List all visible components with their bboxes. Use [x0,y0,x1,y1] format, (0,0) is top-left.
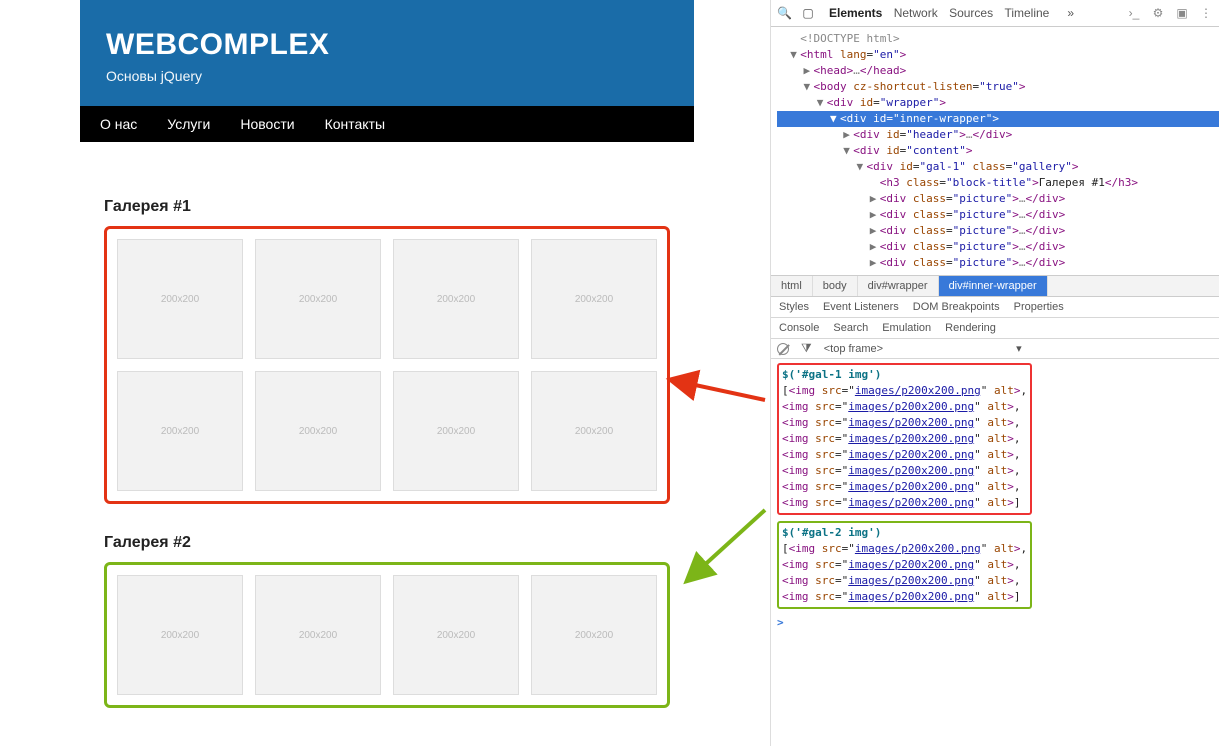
picture-placeholder: 200x200 [393,575,519,695]
clear-console-icon[interactable] [777,343,789,355]
devtools-tab[interactable]: Network [890,4,942,22]
gallery-title: Галерея #1 [104,198,670,216]
nav-link[interactable]: О нас [100,116,137,132]
hero: WEBCOMPLEX Основы jQuery [80,0,694,106]
nav-link[interactable]: Новости [240,116,294,132]
dom-node[interactable]: ▼<body cz-shortcut-listen="true"> [777,79,1219,95]
more-icon[interactable]: ⋮ [1199,6,1213,20]
breadcrumb-item[interactable]: html [771,276,813,296]
breadcrumb-item[interactable]: div#wrapper [858,276,939,296]
panel-tab[interactable]: Search [833,322,868,334]
picture-placeholder: 200x200 [117,239,243,359]
dom-node[interactable]: ▼<div id="gal-1" class="gallery"> [777,159,1219,175]
rendered-page: WEBCOMPLEX Основы jQuery О нас Услуги Ново… [0,0,770,746]
gallery-title: Галерея #2 [104,534,670,552]
frame-selector[interactable]: <top frame> ▾ [824,342,1022,355]
panel-tab[interactable]: DOM Breakpoints [913,301,1000,313]
device-icon[interactable]: ▢ [801,6,815,20]
page-title: WEBCOMPLEX [106,28,668,62]
dom-node[interactable]: ▶<div class="picture">…</div> [777,255,1219,271]
picture-placeholder: 200x200 [117,575,243,695]
console[interactable]: $('#gal-1 img')[<img src="images/p200x20… [771,359,1219,746]
console-group: $('#gal-1 img')[<img src="images/p200x20… [777,363,1032,515]
console-drawer-tabs[interactable]: Console Search Emulation Rendering [771,318,1219,339]
dom-node[interactable]: <!DOCTYPE html> [777,31,1219,47]
picture-placeholder: 200x200 [255,371,381,491]
panel-tab[interactable]: Styles [779,301,809,313]
picture-placeholder: 200x200 [393,371,519,491]
picture-placeholder: 200x200 [531,239,657,359]
console-toolbar: ⧩ <top frame> ▾ [771,339,1219,359]
picture-placeholder: 200x200 [117,371,243,491]
dock-icon[interactable]: ▣ [1175,6,1189,20]
console-group: $('#gal-2 img')[<img src="images/p200x20… [777,521,1032,609]
dom-node[interactable]: ▶<head>…</head> [777,63,1219,79]
dom-node[interactable]: ▶<div class="picture">…</div> [777,207,1219,223]
dom-node[interactable]: ▼<html lang="en"> [777,47,1219,63]
gallery: 200x200200x200200x200200x200200x200200x2… [104,226,670,504]
picture-placeholder: 200x200 [255,575,381,695]
breadcrumbs[interactable]: htmlbodydiv#wrapperdiv#inner-wrapper [771,275,1219,297]
dom-node[interactable]: ▶<div class="picture">…</div> [777,223,1219,239]
filter-icon[interactable]: ⧩ [801,341,812,356]
devtools-tab[interactable]: Timeline [1000,4,1053,22]
devtools-toolbar: 🔍 ▢ Elements Network Sources Timeline » … [771,0,1219,27]
dom-node[interactable]: ▶<div class="picture">…</div> [777,239,1219,255]
picture-placeholder: 200x200 [255,239,381,359]
console-prompt[interactable]: > [777,615,1219,631]
breadcrumb-item[interactable]: body [813,276,858,296]
nav-link[interactable]: Контакты [325,116,385,132]
styles-tabs[interactable]: Styles Event Listeners DOM Breakpoints Prop… [771,297,1219,318]
dom-node[interactable]: ▶<div class="picture">…</div> [777,191,1219,207]
toolbar-overflow[interactable]: » [1063,4,1078,22]
console-toggle-icon[interactable]: ›_ [1127,6,1141,20]
picture-placeholder: 200x200 [393,239,519,359]
panel-tab[interactable]: Emulation [882,322,931,334]
dom-tree[interactable]: <!DOCTYPE html> ▼<html lang="en"> ▶<head… [771,27,1219,275]
devtools-panel: 🔍 ▢ Elements Network Sources Timeline » … [770,0,1219,746]
panel-tab[interactable]: Event Listeners [823,301,899,313]
nav: О нас Услуги Новости Контакты [80,106,694,142]
devtools-tab[interactable]: Sources [945,4,997,22]
dom-node[interactable]: <h3 class="block-title">Галерея #1</h3> [777,175,1219,191]
dom-node[interactable]: ▼<div id="inner-wrapper"> [777,111,1219,127]
gear-icon[interactable]: ⚙ [1151,6,1165,20]
picture-placeholder: 200x200 [531,371,657,491]
panel-tab[interactable]: Properties [1014,301,1064,313]
dom-node[interactable]: ▶<div id="header">…</div> [777,127,1219,143]
picture-placeholder: 200x200 [531,575,657,695]
inspect-icon[interactable]: 🔍 [777,6,791,20]
dom-node[interactable]: ▼<div id="wrapper"> [777,95,1219,111]
page-subtitle: Основы jQuery [106,68,668,84]
gallery: 200x200200x200200x200200x200 [104,562,670,708]
devtools-tab[interactable]: Elements [825,4,886,22]
nav-link[interactable]: Услуги [167,116,210,132]
panel-tab[interactable]: Rendering [945,322,996,334]
panel-tab[interactable]: Console [779,322,819,334]
breadcrumb-item[interactable]: div#inner-wrapper [939,276,1048,296]
dom-node[interactable]: ▼<div id="content"> [777,143,1219,159]
